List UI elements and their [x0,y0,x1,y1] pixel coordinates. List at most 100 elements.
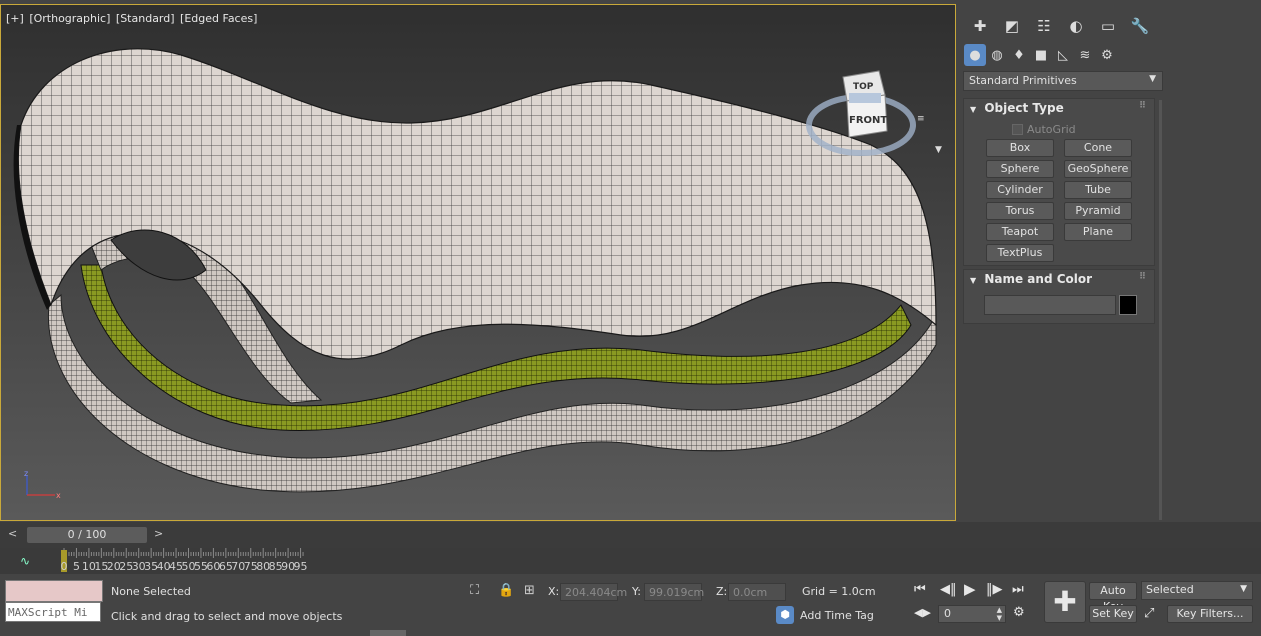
cone-button[interactable]: Cone [1064,139,1132,157]
object-name-field[interactable] [984,295,1116,315]
viewcube-menu-icon[interactable]: ▼ [935,145,947,155]
chevron-down-icon: ▼ [1149,74,1156,84]
prompt-line: Click and drag to select and move object… [111,610,343,623]
name-and-color-header[interactable]: ▼ Name and Color ⠿ [964,270,1154,292]
next-frame-icon[interactable]: ‖▶ [986,582,1003,597]
display-icon[interactable]: ▭ [1092,14,1124,38]
axis-x-label: x [56,491,61,500]
viewport-label[interactable]: [+] [Orthographic] [Standard] [Edged Fac… [6,12,259,25]
grid-size-readout: Grid = 1.0cm [802,585,876,598]
collapse-triangle-icon: ▼ [970,105,977,114]
z-coord-field[interactable]: 0.0cm [728,583,786,601]
checkbox-box [1012,124,1023,135]
time-slider-prev-button[interactable]: < [8,527,17,540]
x-coord-label: X: [548,585,560,598]
sphere-button[interactable]: Sphere [986,160,1054,178]
geosphere-button[interactable]: GeoSphere [1064,160,1132,178]
lock-selection-icon[interactable]: 🔒 [498,583,514,598]
object-color-swatch[interactable] [1119,295,1137,315]
create-subtabs: ● ◍ ♦ ■ ◺ ≋ ⚙ [964,44,1118,66]
name-and-color-title: Name and Color [984,272,1093,286]
command-panel-tabs: ✚ ◩ ☷ ◐ ▭ 🔧 [964,14,1156,38]
play-icon[interactable]: ▶ [964,580,976,598]
trackbar-tick-label: 95 [293,560,308,573]
lights-icon[interactable]: ♦ [1008,44,1030,66]
object-type-header[interactable]: ▼ Object Type ⠿ [964,99,1154,121]
teapot-button[interactable]: Teapot [986,223,1054,241]
selection-set-value: Selected [1146,583,1194,596]
isolate-selection-icon[interactable]: ⛶ [470,583,479,598]
object-type-rollout: ▼ Object Type ⠿ AutoGrid Box Cone Sphere… [963,98,1155,266]
key-filters-button[interactable]: Key Filters... [1167,605,1253,623]
rollout-grip-icon: ⠿ [1138,101,1146,111]
trackbar-tick-label: 0 [60,560,68,573]
create-icon[interactable]: ✚ [964,14,996,38]
cameras-icon[interactable]: ■ [1030,44,1052,66]
current-frame-spinner[interactable]: 0 ▲ ▼ [938,605,1006,623]
time-slider-next-button[interactable]: > [154,527,163,540]
auto-key-button[interactable]: Auto Key [1089,582,1137,613]
command-panel-scrollbar[interactable] [1159,100,1162,520]
status-bar: MAXScript Mi None Selected Click and dra… [0,574,1261,636]
axis-z-label: z [24,470,28,478]
command-panel: ✚ ◩ ☷ ◐ ▭ 🔧 ● ◍ ♦ ■ ◺ ≋ ⚙ Standard Primi… [958,4,1261,521]
hierarchy-icon[interactable]: ☷ [1028,14,1060,38]
time-slider: < 0 / 100 > [0,522,1261,548]
plane-button[interactable]: Plane [1064,223,1132,241]
go-to-start-icon[interactable]: ⏮ [914,582,926,597]
time-slider-thumb[interactable]: 0 / 100 [27,527,147,543]
selection-status: None Selected [111,585,191,598]
autogrid-checkbox[interactable]: AutoGrid [1012,123,1076,136]
tube-button[interactable]: Tube [1064,181,1132,199]
spacewarps-icon[interactable]: ≋ [1074,44,1096,66]
pyramid-button[interactable]: Pyramid [1064,202,1132,220]
viewport-shading-label[interactable]: [Standard] [116,12,175,25]
default-in-out-tangents-icon[interactable]: ⤢ [1144,606,1154,621]
modify-icon[interactable]: ◩ [996,14,1028,38]
absolute-offset-icon[interactable]: ⊞ [524,583,535,598]
current-frame-value: 0 [944,607,951,620]
textplus-button[interactable]: TextPlus [986,244,1054,262]
z-coord-label: Z: [716,585,728,598]
add-time-tag[interactable]: ⬢ Add Time Tag [776,606,874,624]
chevron-down-icon: ▼ [1240,584,1247,594]
category-dropdown-value: Standard Primitives [969,74,1077,87]
collapse-triangle-icon: ▼ [970,276,977,285]
maxscript-listener-output[interactable] [5,580,103,602]
systems-icon[interactable]: ⚙ [1096,44,1118,66]
time-configuration-icon[interactable]: ⚙ [1013,605,1025,620]
viewport-view-label[interactable]: [Orthographic] [29,12,110,25]
spinner-arrows-icon[interactable]: ▲ ▼ [997,606,1002,622]
viewcube[interactable]: TOP FRONT ≡ [801,65,931,165]
utilities-icon[interactable]: 🔧 [1124,14,1156,38]
motion-icon[interactable]: ◐ [1060,14,1092,38]
bottom-scroll-handle[interactable] [370,630,406,636]
object-type-title: Object Type [984,101,1064,115]
box-button[interactable]: Box [986,139,1054,157]
set-keys-button[interactable]: ✚ [1044,581,1086,623]
maxscript-mini-listener-input[interactable]: MAXScript Mi [5,602,101,622]
name-and-color-rollout: ▼ Name and Color ⠿ [963,269,1155,324]
rollout-grip-icon: ⠿ [1138,272,1146,282]
torus-button[interactable]: Torus [986,202,1054,220]
previous-frame-icon[interactable]: ◀‖ [940,582,957,597]
viewport-menu-plus[interactable]: [+] [6,12,24,25]
set-key-button[interactable]: Set Key [1089,605,1137,623]
helpers-icon[interactable]: ◺ [1052,44,1074,66]
cylinder-button[interactable]: Cylinder [986,181,1054,199]
viewport-edges-label[interactable]: [Edged Faces] [180,12,257,25]
x-coord-field[interactable]: 204.404cm [560,583,627,601]
y-coord-field[interactable]: 99.019cm [644,583,704,601]
trackbar[interactable]: ∿ 0 5 10 15 20 25 30 35 40 45 50 55 60 65 70 75 80 85 90 95 [0,548,1261,574]
category-dropdown[interactable]: Standard Primitives ▼ [963,71,1163,91]
key-mode-toggle-icon[interactable]: ◀▶ [914,606,931,619]
time-tag-icon: ⬢ [776,606,794,624]
go-to-end-icon[interactable]: ⏭ [1012,582,1024,597]
add-time-tag-label: Add Time Tag [800,608,874,622]
svg-text:≡: ≡ [917,114,925,124]
viewcube-top-label: TOP [853,82,874,92]
geometry-icon[interactable]: ● [964,44,986,66]
selection-set-dropdown[interactable]: Selected ▼ [1141,581,1253,600]
perspective-viewport[interactable]: [+] [Orthographic] [Standard] [Edged Fac… [0,4,956,521]
shapes-icon[interactable]: ◍ [986,44,1008,66]
